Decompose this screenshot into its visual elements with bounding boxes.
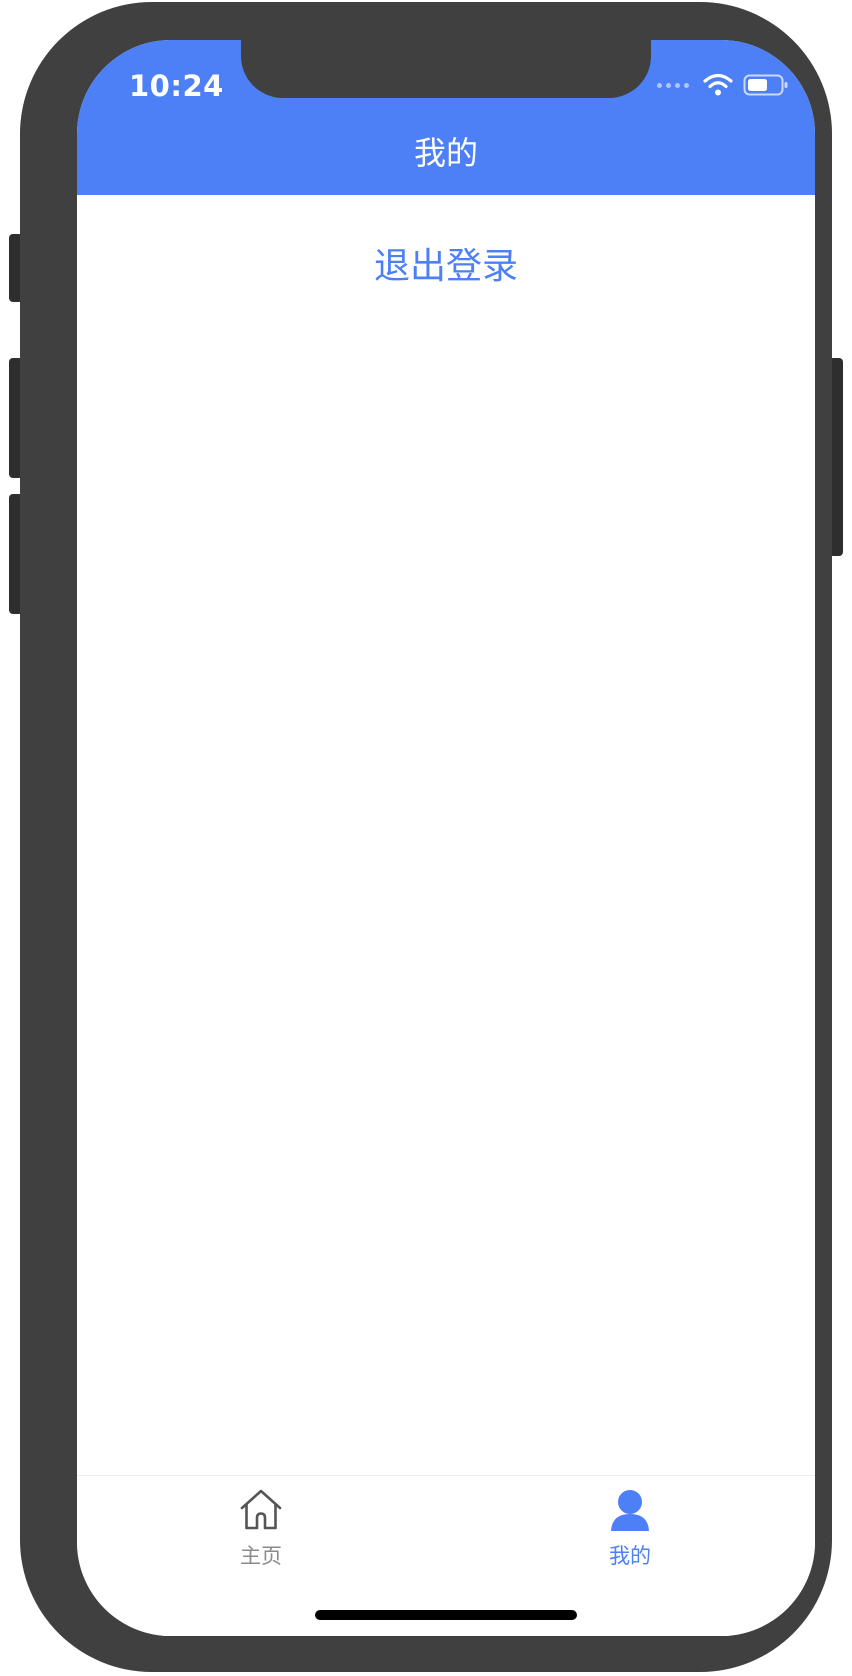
tab-home-label: 主页 [240, 1544, 282, 1568]
user-icon [611, 1490, 649, 1531]
tab-home[interactable]: 主页 [201, 1488, 321, 1570]
app-header: 10:24 我的 [77, 40, 815, 195]
tab-bar: 主页 我的 [77, 1475, 815, 1636]
phone-screen: 10:24 我的 退出登录 主页 我的 [77, 40, 815, 1636]
device-mockup: 10:24 我的 退出登录 主页 我的 [0, 0, 852, 1676]
page-title: 我的 [413, 134, 478, 172]
main-content: 退出登录 [77, 195, 815, 1475]
wifi-icon [703, 73, 733, 96]
status-icons [657, 72, 789, 98]
status-time: 10:24 [129, 69, 224, 103]
home-indicator [315, 1610, 577, 1620]
logout-button[interactable]: 退出登录 [77, 237, 815, 289]
display-notch [241, 40, 651, 98]
battery-icon [743, 74, 788, 96]
home-icon [240, 1489, 282, 1530]
phone-frame: 10:24 我的 退出登录 主页 我的 [20, 2, 832, 1672]
cellular-signal-icon [657, 82, 689, 88]
tab-mine-label: 我的 [609, 1544, 651, 1568]
tab-mine[interactable]: 我的 [570, 1488, 690, 1570]
